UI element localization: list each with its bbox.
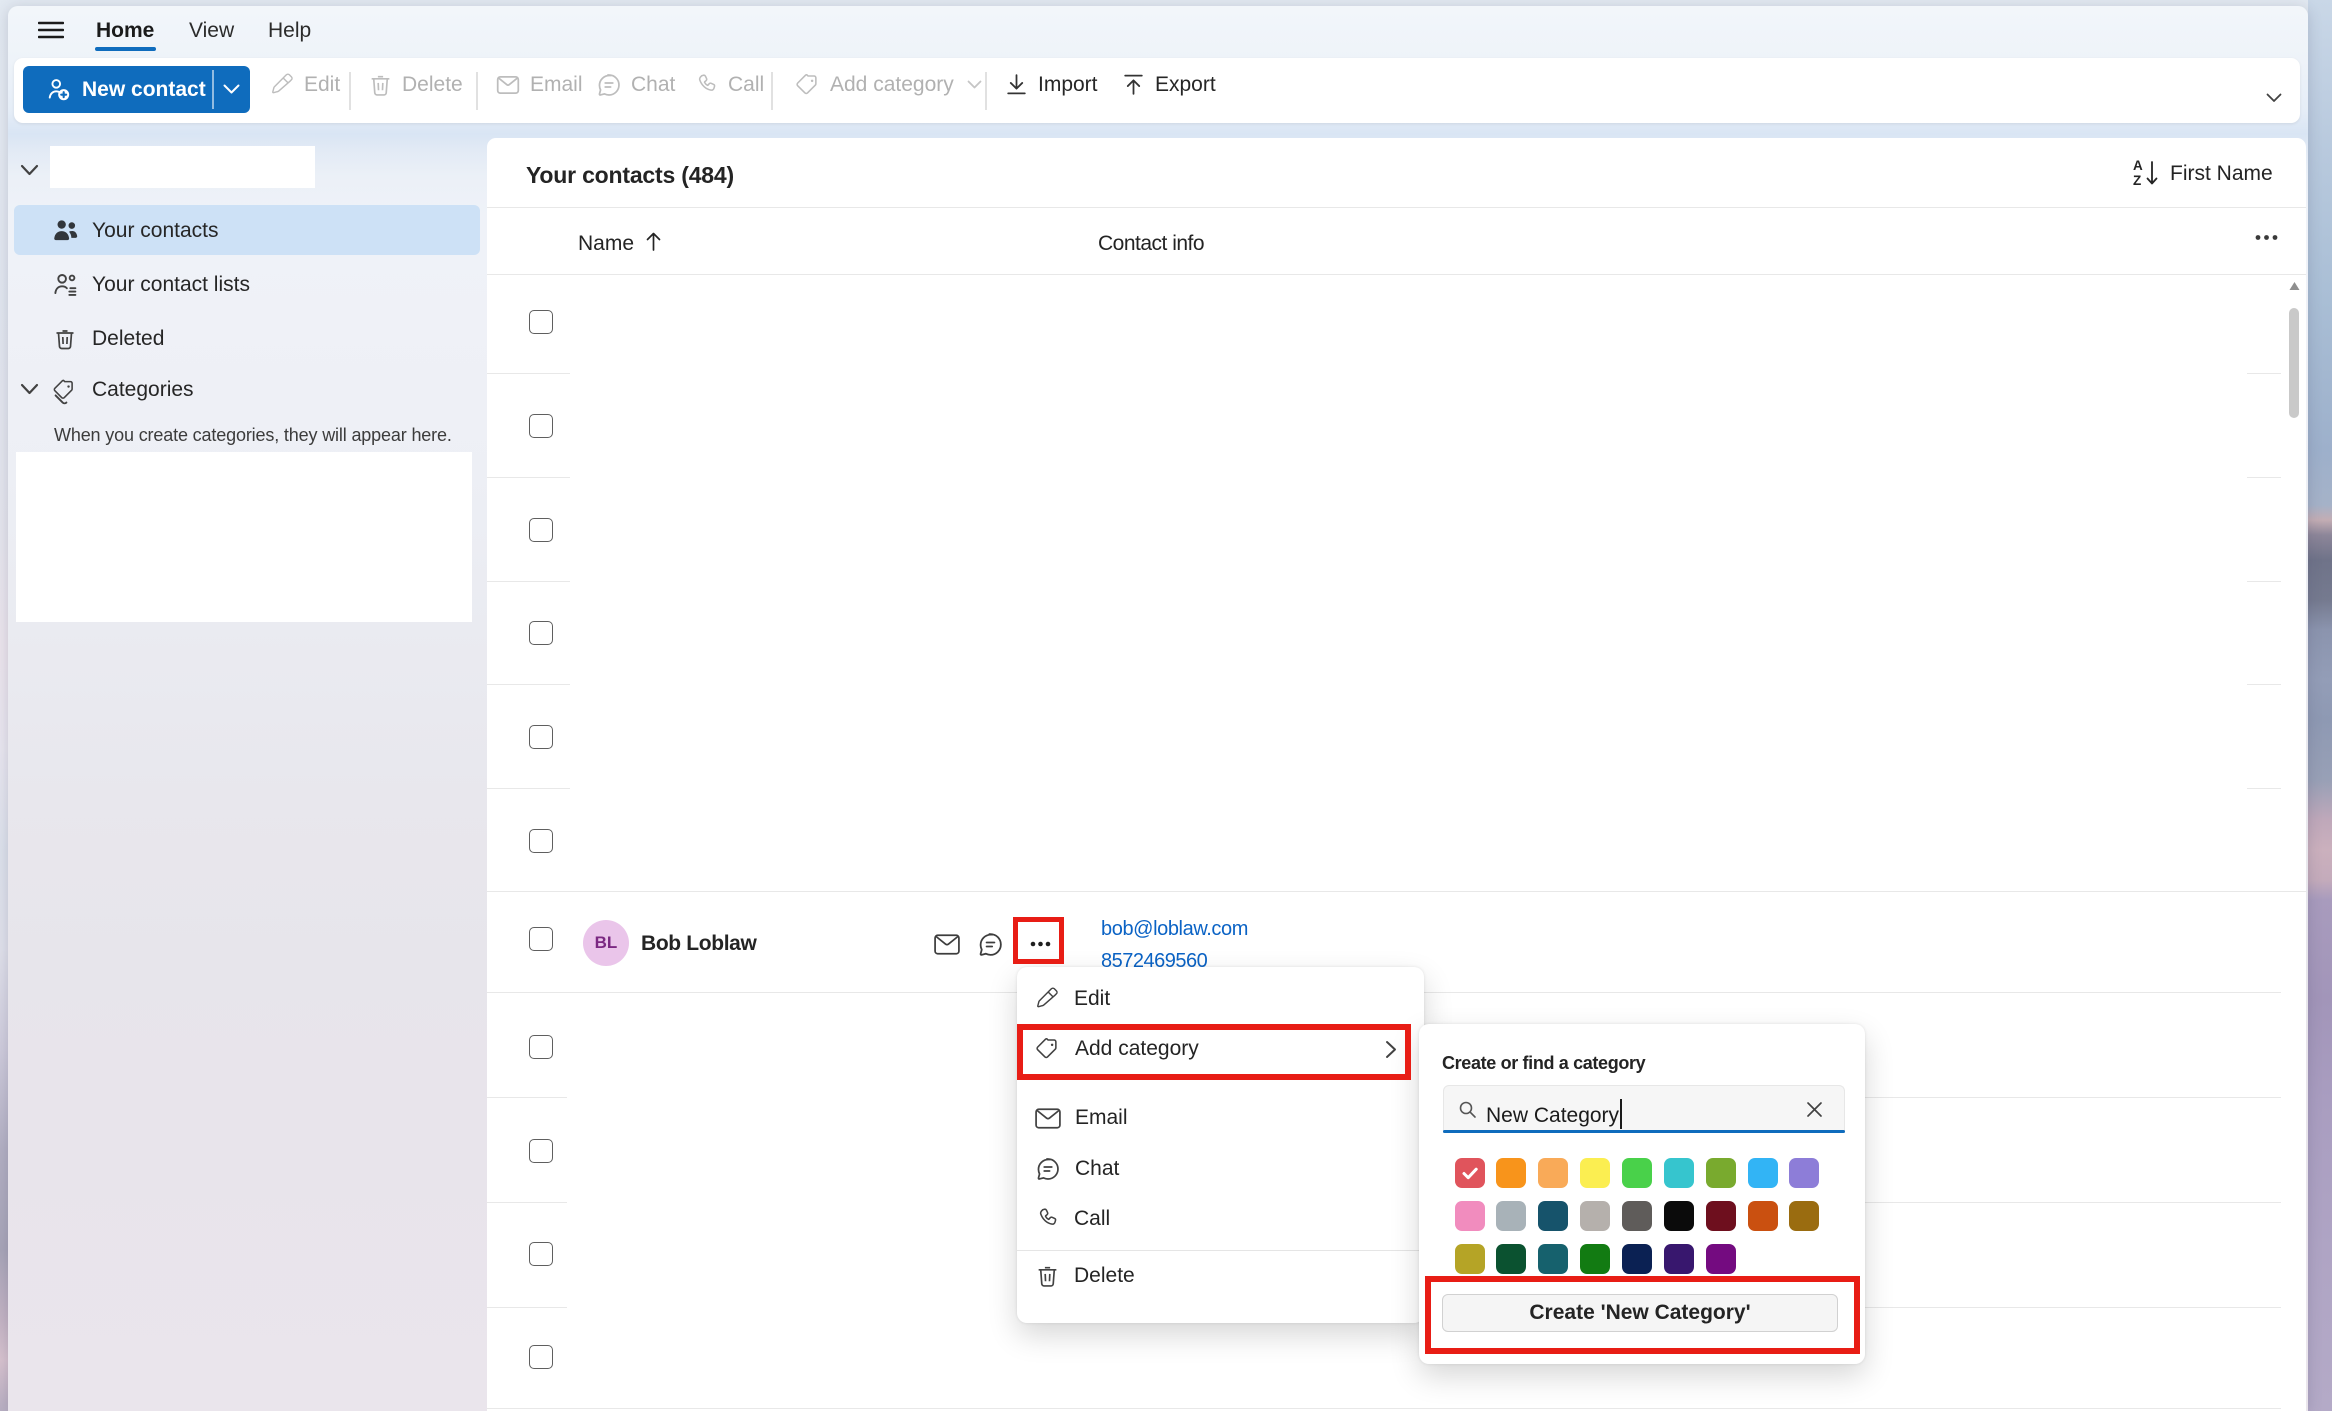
svg-text:Z: Z [2133,173,2141,188]
svg-text:A: A [2133,158,2143,173]
